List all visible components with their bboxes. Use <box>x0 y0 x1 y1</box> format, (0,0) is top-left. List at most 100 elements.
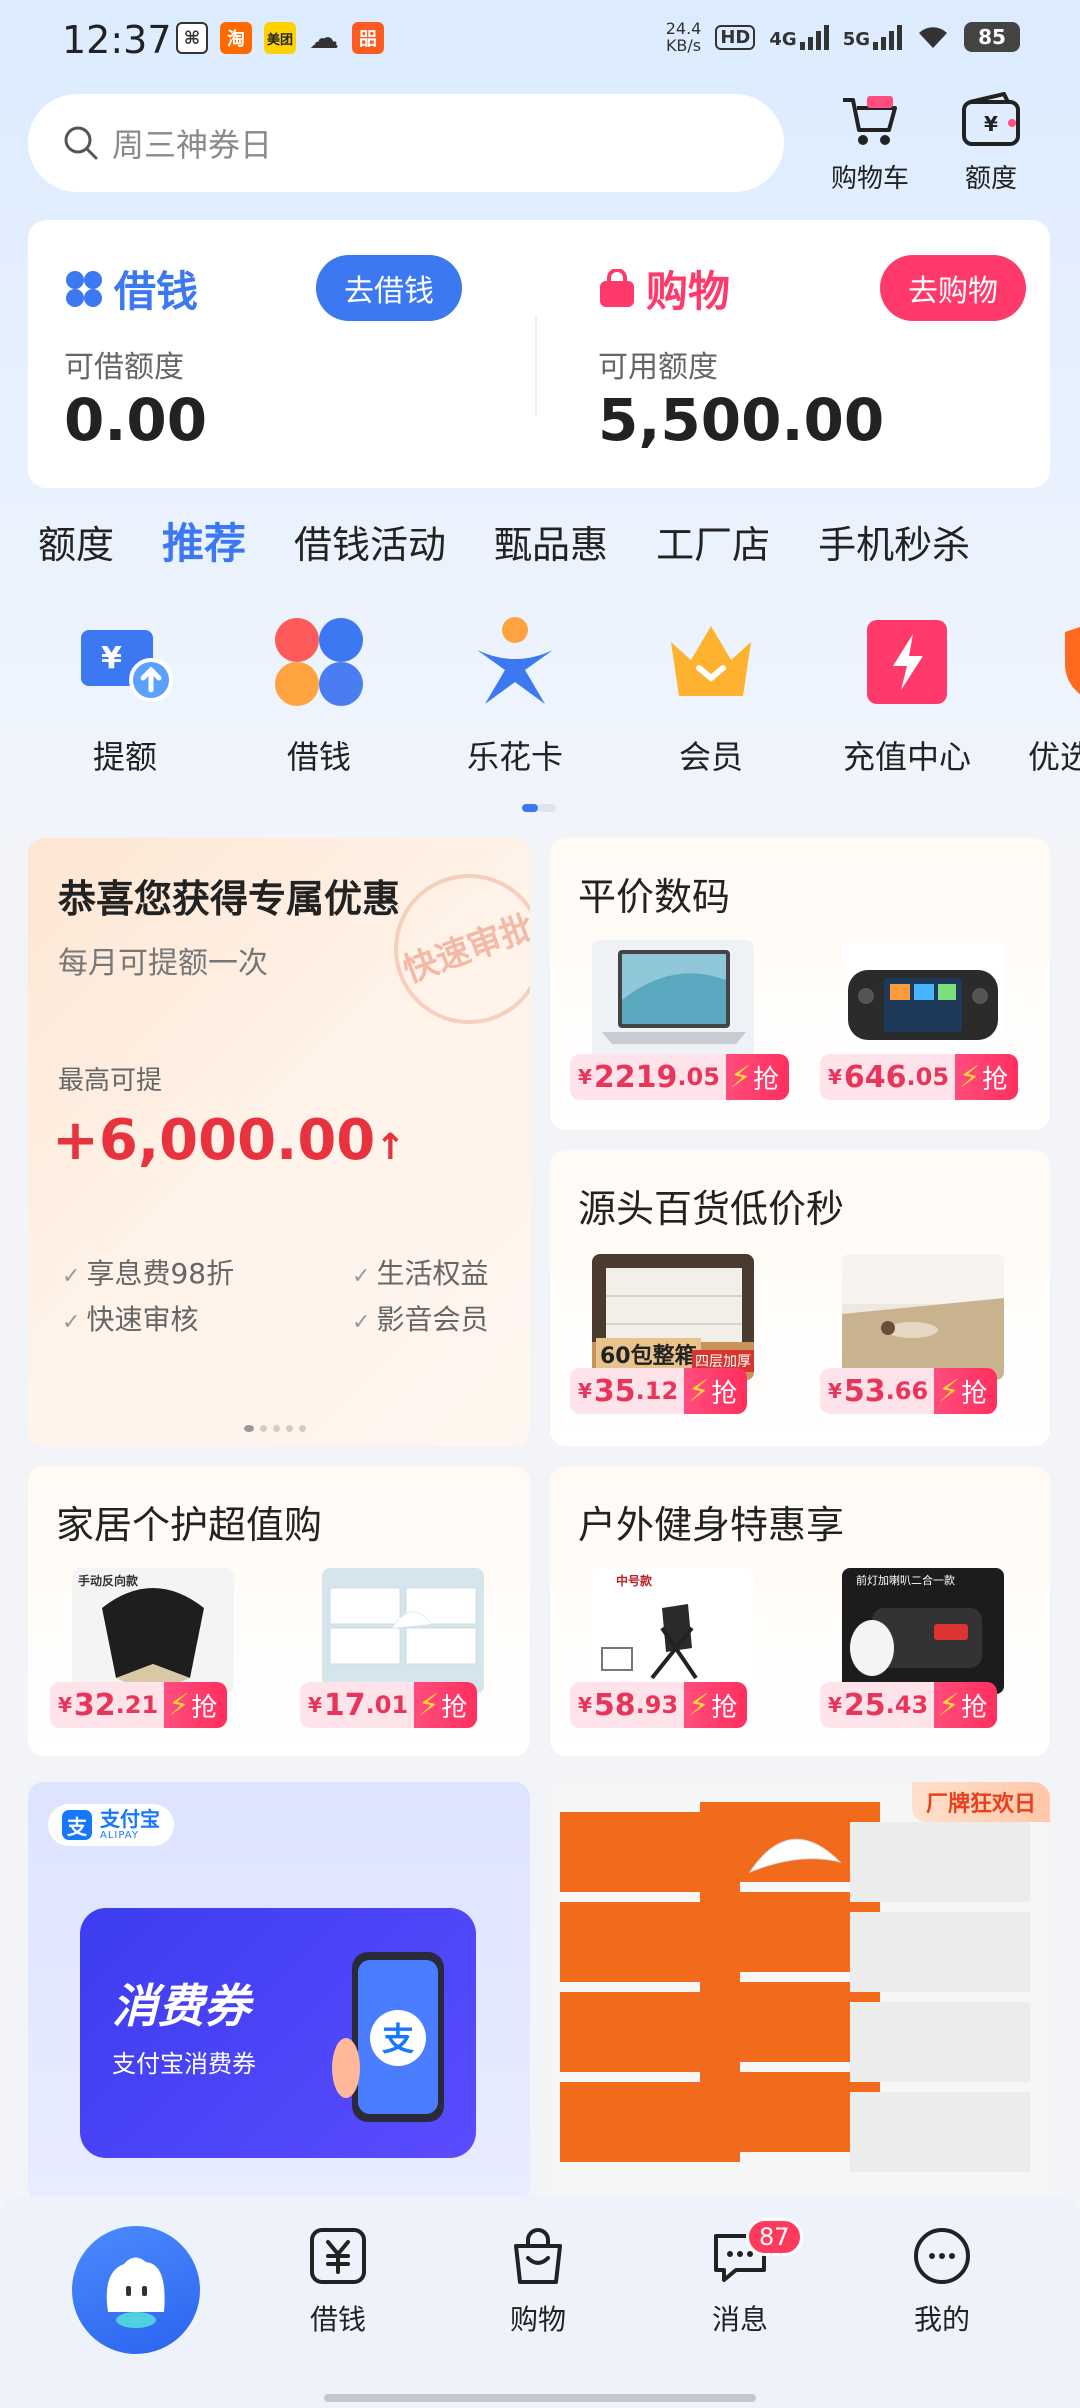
bottom-nav: 借钱 购物 87 消息 我的 <box>0 2196 1080 2408</box>
cart-button[interactable]: 购物车 <box>815 92 925 195</box>
product-card-home-care[interactable]: 家居个护超值购 手动反向款 ¥32.21 ⚡ 抢 ¥17.01 ⚡ 抢 <box>28 1466 530 1756</box>
svg-text:支: 支 <box>382 2020 414 2058</box>
promo-subtitle: 每月可提额一次 <box>58 946 268 981</box>
tab-recommend[interactable]: 推荐 <box>162 510 246 571</box>
notification-icons: ⌘ 淘 美团 ☁ 㗊 <box>176 20 384 56</box>
lightning-icon: ⚡ <box>688 1687 710 1723</box>
shortcut-membership[interactable]: 会员 <box>626 612 796 778</box>
product-item[interactable]: 中号款 ¥58.93 ⚡ 抢 <box>570 1568 758 1728</box>
profile-icon <box>914 2228 970 2284</box>
search-placeholder: 周三神券日 <box>112 126 273 164</box>
price-tag[interactable]: ¥2219.05 ⚡ 抢 <box>570 1054 790 1100</box>
promo-feature: ✓ 快速审核 <box>62 1303 199 1336</box>
product-card-outdoor-fitness[interactable]: 户外健身特惠享 中号款 ¥58.93 ⚡ 抢 前灯加喇叭二合一款 ¥25 .43… <box>550 1466 1050 1756</box>
price-tag[interactable]: ¥646.05 ⚡ 抢 <box>820 1054 1019 1100</box>
home-button[interactable] <box>72 2226 200 2354</box>
product-card-digital[interactable]: 平价数码 ¥2219.05 ⚡ 抢 ¥646.05 ⚡ 抢 <box>550 838 1050 1130</box>
lightning-icon: ⚡ <box>688 1373 710 1409</box>
shield-icon <box>1051 612 1080 712</box>
svg-text:¥: ¥ <box>984 112 998 136</box>
product-item[interactable]: 手动反向款 ¥32.21 ⚡ 抢 <box>50 1568 238 1728</box>
promo-feature: ✓ 享息费98折 <box>62 1257 235 1290</box>
product-item[interactable]: 前灯加喇叭二合一款 ¥25.43 ⚡ 抢 <box>820 1568 1008 1728</box>
svg-text:¥: ¥ <box>101 641 122 676</box>
check-icon: ✓ <box>352 1310 371 1335</box>
product-card-title: 家居个护超值购 <box>56 1503 323 1547</box>
lightning-icon: ⚡ <box>168 1687 190 1723</box>
borrow-grid-icon <box>269 612 369 712</box>
shortcut-top-up-center[interactable]: 充值中心 <box>822 612 992 778</box>
price-tag[interactable]: ¥25.43 ⚡ 抢 <box>820 1682 998 1728</box>
signal-4g-icon: 4G <box>769 24 829 50</box>
price-tag[interactable]: ¥53.66 ⚡ 抢 <box>820 1368 998 1414</box>
voucher-subtitle: 支付宝消费券 <box>112 2050 256 2078</box>
tab-phone-flash-sale[interactable]: 手机秒杀 <box>818 514 970 569</box>
home-indicator[interactable] <box>324 2394 756 2402</box>
product-item[interactable]: ¥17.01 ⚡ 抢 <box>300 1568 488 1728</box>
product-card-title: 源头百货低价秒 <box>578 1187 845 1231</box>
lightning-icon: ⚡ <box>938 1687 960 1723</box>
raise-limit-icon: ¥ <box>75 612 175 712</box>
tab-borrow-activity[interactable]: 借钱活动 <box>294 514 446 569</box>
lightning-icon: ⚡ <box>938 1373 960 1409</box>
clover-icon <box>66 270 102 307</box>
borrow-button[interactable]: 去借钱 <box>316 255 462 321</box>
net-speed: 24.4 KB/s <box>665 19 702 55</box>
taobao-icon: 淘 <box>220 22 252 54</box>
shortcut-raise-limit[interactable]: ¥ 提额 <box>40 612 210 778</box>
crown-icon <box>661 612 761 712</box>
console-image <box>842 940 1004 1066</box>
nav-shopping[interactable]: 购物 <box>478 2224 598 2338</box>
tab-selected-deals[interactable]: 甄品惠 <box>494 514 608 569</box>
tissue-stack-image <box>550 1782 1050 2202</box>
shop-button[interactable]: 去购物 <box>880 255 1026 321</box>
borrow-limit-label: 可借额度 <box>64 350 184 385</box>
product-card-source-goods[interactable]: 源头百货低价秒 60包整箱 四层加厚 ¥35.12 ⚡ 抢 ¥ 53 .66 ⚡… <box>550 1150 1050 1446</box>
product-item[interactable]: 60包整箱 四层加厚 ¥35.12 ⚡ 抢 <box>570 1254 758 1414</box>
tab-factory-store[interactable]: 工厂店 <box>656 514 770 569</box>
shopping-bag-icon <box>600 268 634 307</box>
price-tag[interactable]: ¥58.93 ⚡ 抢 <box>570 1682 748 1728</box>
shop-section: 购物 去购物 可用额度 5,500.00 <box>562 220 1050 488</box>
check-icon: ✓ <box>62 1264 81 1289</box>
product-item[interactable]: ¥646.05 ⚡ 抢 <box>820 940 1019 1100</box>
alipay-voucher-ad[interactable]: 支 支付宝 ALIPAY 消费券 支付宝消费券 支 <box>28 1782 530 2202</box>
borrow-section: 借钱 去借钱 可借额度 0.00 <box>28 220 528 488</box>
borrow-limit-amount: 0.00 <box>64 386 208 454</box>
limit-button[interactable]: ¥ 额度 <box>936 91 1046 195</box>
nav-profile[interactable]: 我的 <box>882 2224 1002 2338</box>
shortcut-row: ¥ 提额 借钱 乐花卡 会员 充值中心 优选 <box>0 612 1080 792</box>
app-square-icon: 㗊 <box>352 22 384 54</box>
brand-tag: 厂牌狂欢日 <box>911 1782 1050 1822</box>
tissue-image-text: 60包整箱 <box>596 1338 701 1370</box>
yen-icon <box>310 2228 366 2284</box>
tab-limit[interactable]: 额度 <box>38 514 114 569</box>
bike-light-image: 前灯加喇叭二合一款 <box>842 1568 1004 1694</box>
phone-illustration: 支 <box>332 1952 444 2122</box>
shortcut-preferred[interactable]: 优选 <box>1016 612 1080 778</box>
price-tag[interactable]: ¥35.12 ⚡ 抢 <box>570 1368 748 1414</box>
nav-borrow[interactable]: 借钱 <box>278 2224 398 2338</box>
laptop-image <box>592 940 754 1066</box>
cloud-icon: ☁ <box>309 20 339 56</box>
check-icon: ✓ <box>352 1264 371 1289</box>
promo-feature: ✓ 影音会员 <box>352 1303 489 1336</box>
product-item[interactable]: ¥53.66 ⚡ 抢 <box>820 1254 1008 1414</box>
alipay-icon: 支 <box>62 1810 92 1840</box>
shortcut-lehua-card[interactable]: 乐花卡 <box>430 612 600 778</box>
lightning-icon: ⚡ <box>418 1687 440 1723</box>
promo-card[interactable]: 快速审批 恭喜您获得专属优惠 每月可提额一次 最高可提 +6,000.00↑ ✓… <box>28 838 530 1446</box>
divider <box>535 316 537 416</box>
price-tag[interactable]: ¥17.01 ⚡ 抢 <box>300 1682 478 1728</box>
search-bar[interactable]: 周三神券日 <box>28 94 784 192</box>
app-notification-icon: ⌘ <box>176 22 208 54</box>
price-tag[interactable]: ¥32.21 ⚡ 抢 <box>50 1682 228 1728</box>
shortcut-borrow[interactable]: 借钱 <box>234 612 404 778</box>
shop-title: 购物 <box>598 258 730 319</box>
nav-messages[interactable]: 87 消息 <box>680 2218 803 2338</box>
umbrella-image: 手动反向款 <box>72 1568 234 1694</box>
carousel-indicator <box>244 1425 306 1432</box>
brand-carnival-ad[interactable]: 厂牌狂欢日 <box>550 1782 1050 2202</box>
product-item[interactable]: ¥2219.05 ⚡ 抢 <box>570 940 790 1100</box>
alipay-logo: 支 支付宝 ALIPAY <box>48 1804 174 1846</box>
